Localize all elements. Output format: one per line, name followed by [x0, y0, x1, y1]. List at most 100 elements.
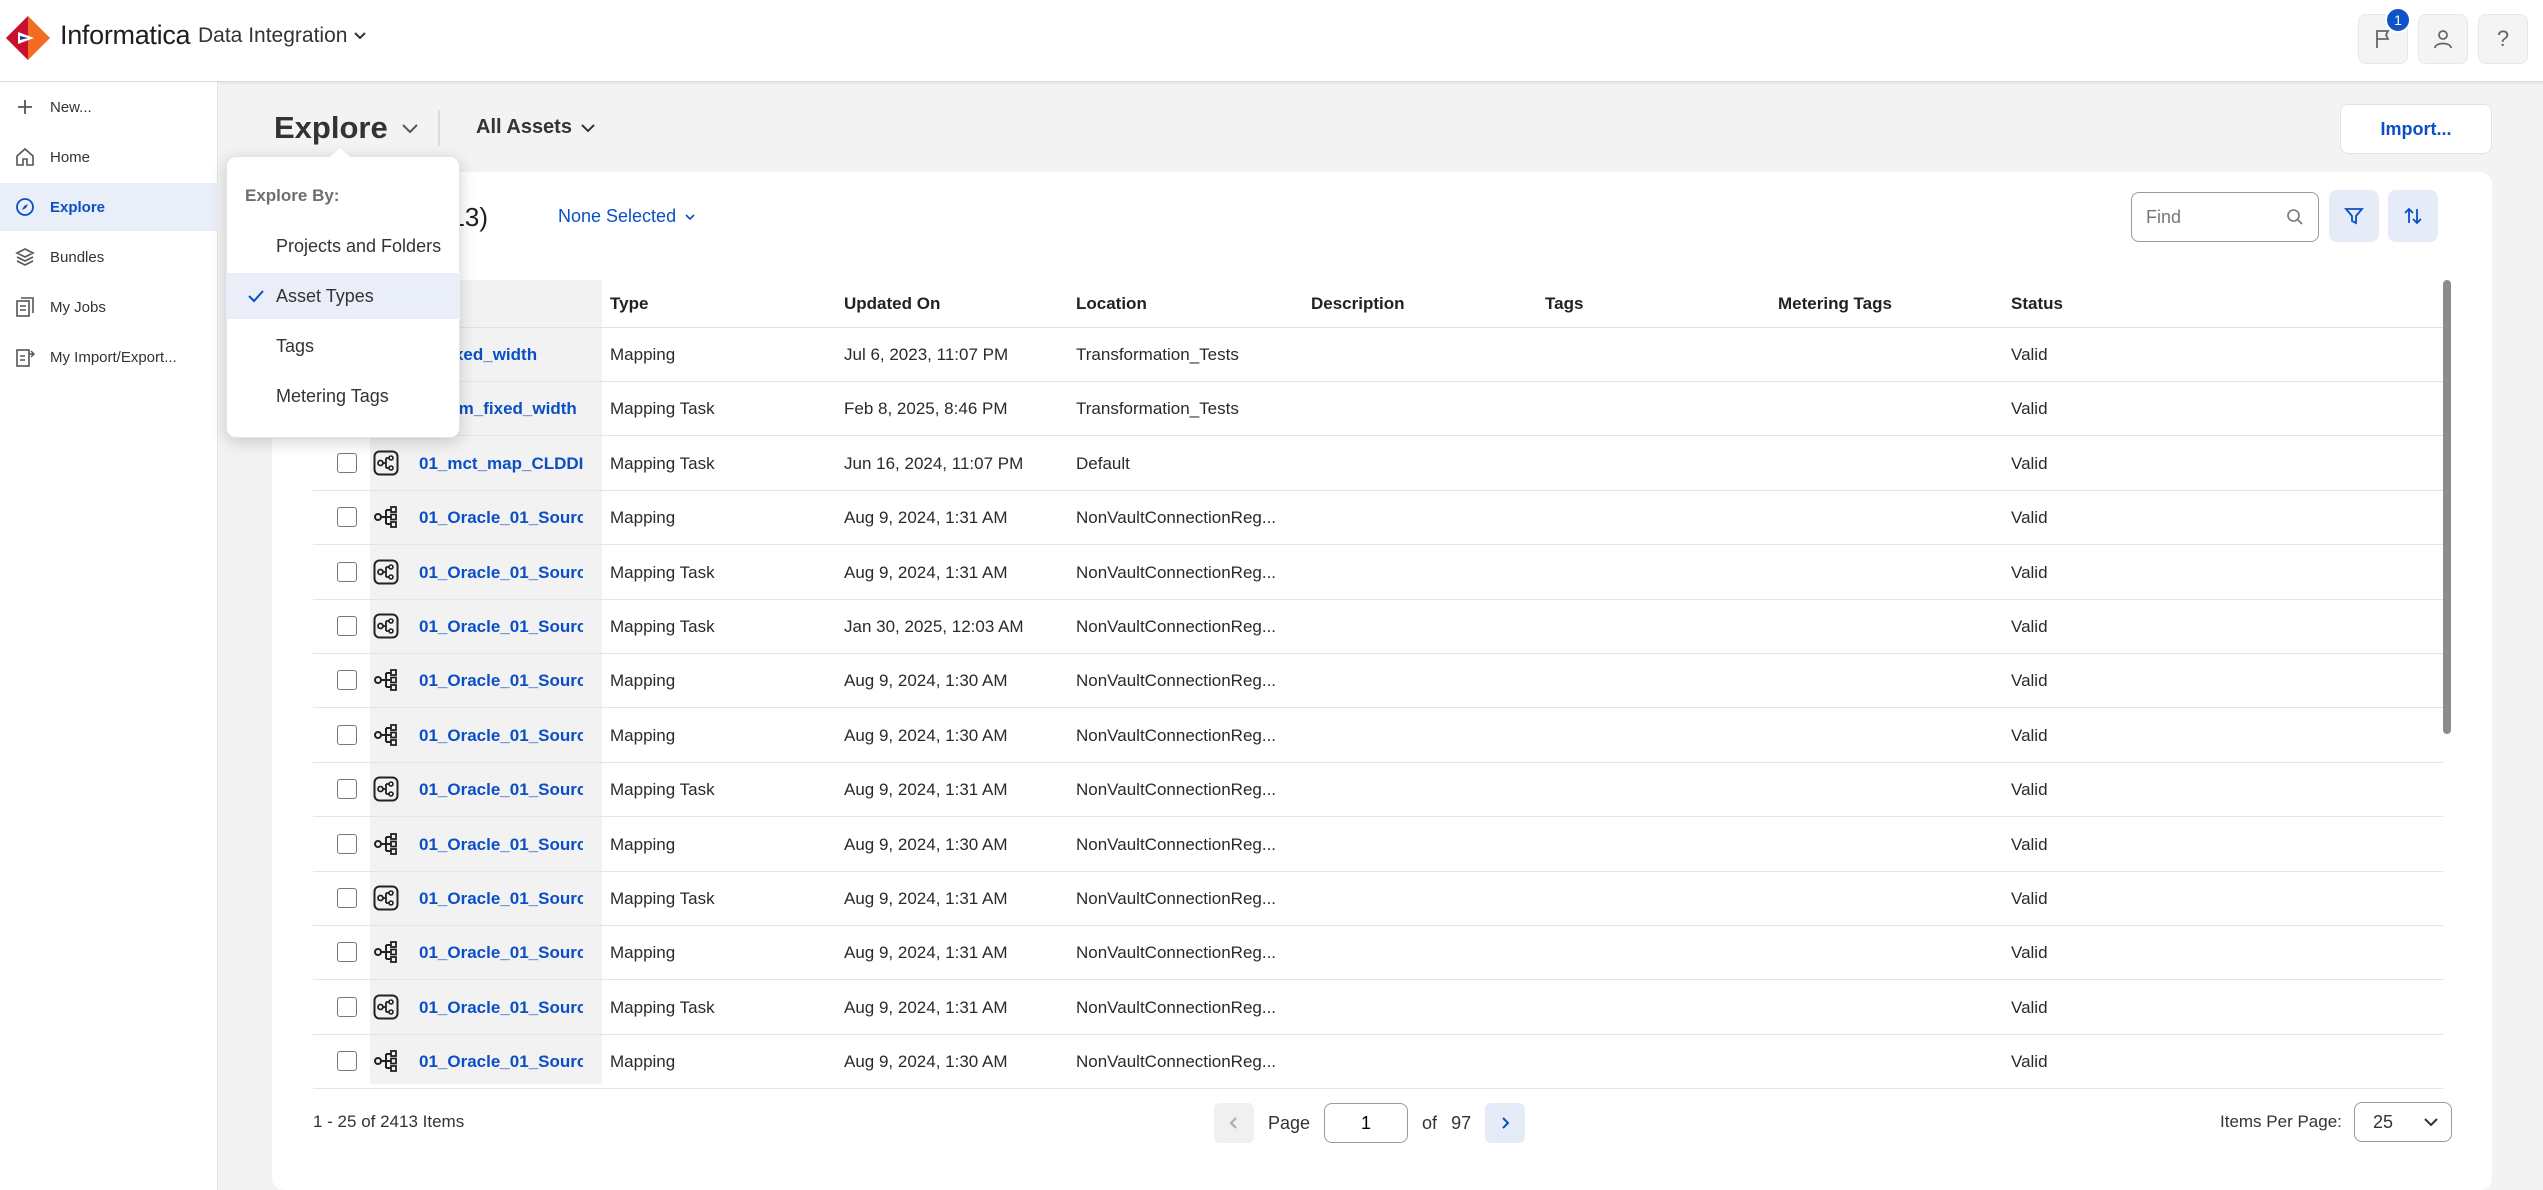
cell-location: Default [1076, 453, 1130, 473]
layers-icon [15, 248, 35, 266]
informatica-logo-icon[interactable] [4, 14, 52, 62]
cell-status: Valid [2011, 399, 2048, 419]
cell-type: Mapping [610, 943, 676, 963]
menu-item-asset-types[interactable]: Asset Types [226, 273, 460, 319]
user-profile-button[interactable] [2418, 14, 2468, 64]
page-number-input[interactable] [1324, 1103, 1409, 1143]
chevron-down-icon [402, 124, 418, 134]
cell-status: Valid [2011, 997, 2048, 1017]
cell-updated-on: Feb 8, 2025, 8:46 PM [844, 399, 1008, 419]
row-checkbox[interactable] [337, 779, 357, 800]
menu-item-projects-and-folders[interactable]: Projects and Folders [226, 223, 460, 269]
table-row[interactable]: mct_m_fixed_width Mapping Task Feb 8, 2025… [313, 382, 2443, 437]
notifications-button[interactable]: 1 [2358, 7, 2411, 64]
asset-name-link[interactable]: 01_Oracle_01_Source [419, 998, 583, 1018]
help-button[interactable]: ? [2478, 14, 2528, 64]
sidebar-item-new[interactable]: New... [0, 83, 218, 131]
previous-page-button[interactable] [1214, 1103, 1254, 1143]
table-row[interactable]: 01_Oracle_01_Source Mapping Aug 9, 2024, 1… [313, 1035, 2443, 1090]
column-header-metering-tags[interactable]: Metering Tags [1778, 294, 1892, 314]
table-row[interactable]: 01_Oracle_01_Source Mapping Aug 9, 2024, 1… [313, 709, 2443, 763]
row-checkbox[interactable] [337, 561, 357, 582]
import-export-icon [16, 349, 35, 367]
cell-status: Valid [2011, 943, 2048, 963]
asset-name-link[interactable]: 01_mct_map_CLDDI- [419, 454, 583, 474]
pagination: Page of 97 [1214, 1103, 1526, 1143]
cell-status: Valid [2011, 453, 2048, 473]
cell-updated-on: Jun 16, 2024, 11:07 PM [844, 453, 1024, 473]
next-page-button[interactable] [1485, 1103, 1526, 1143]
asset-name-link[interactable]: 01_Oracle_01_Source [419, 726, 583, 746]
items-per-page-label: Items Per Page: [2220, 1112, 2342, 1131]
asset-name-link[interactable]: 01_Oracle_01_Source [419, 835, 583, 855]
column-header-tags[interactable]: Tags [1545, 294, 1583, 314]
cell-updated-on: Aug 9, 2024, 1:31 AM [844, 508, 1008, 528]
table-row[interactable]: 01_Oracle_01_Source Mapping Aug 9, 2024, 1… [313, 491, 2443, 546]
filter-button[interactable] [2329, 190, 2379, 242]
table-row[interactable]: 01_Oracle_01_Source Mapping Task Aug 9, 20… [313, 546, 2443, 600]
menu-item-metering-tags[interactable]: Metering Tags [226, 373, 460, 419]
row-checkbox[interactable] [337, 1051, 357, 1072]
asset-name-link[interactable]: 01_Oracle_01_Source [419, 780, 583, 800]
sidebar-item-explore[interactable]: Explore [0, 183, 218, 231]
cell-status: Valid [2011, 617, 2048, 636]
items-per-page-select[interactable]: 25 [2354, 1102, 2452, 1142]
asset-name-link[interactable]: 01_Oracle_01_Source [419, 508, 583, 528]
cell-location: NonVaultConnectionReg... [1076, 725, 1277, 745]
sidebar-item-import-export[interactable]: My Import/Export... [0, 333, 218, 381]
row-checkbox[interactable] [337, 888, 357, 908]
sidebar-item-label: My Import/Export... [50, 348, 177, 366]
mapping-task-icon [373, 450, 399, 476]
row-checkbox[interactable] [337, 507, 357, 528]
asset-scope-dropdown[interactable]: All Assets [476, 116, 596, 139]
selection-dropdown[interactable]: None Selected [558, 206, 696, 227]
column-header-updated-on[interactable]: Updated On [844, 294, 940, 314]
row-checkbox[interactable] [337, 996, 357, 1017]
table-row[interactable]: 01_Oracle_01_Source Mapping Aug 9, 2024, 1… [313, 818, 2443, 872]
table-scrollbar[interactable] [2443, 280, 2451, 734]
column-header-status[interactable]: Status [2011, 294, 2063, 314]
compass-icon [16, 198, 34, 216]
mapping-task-icon [373, 885, 399, 911]
table-row[interactable]: 01_Oracle_01_Source Mapping Aug 9, 2024, 1… [313, 926, 2443, 981]
cell-type: Mapping [610, 671, 676, 691]
asset-name-link[interactable]: 01_Oracle_01_Source [419, 943, 583, 963]
row-checkbox[interactable] [337, 942, 357, 963]
sidebar-item-label: Bundles [50, 248, 105, 266]
sidebar-item-bundles[interactable]: Bundles [0, 233, 218, 281]
table-row[interactable]: m_fixed_width Mapping Jul 6, 2023, 11:07 P… [313, 328, 2443, 382]
row-checkbox[interactable] [337, 833, 357, 854]
table-row[interactable]: 01_Oracle_01_Source Mapping Aug 9, 2024, 1… [313, 654, 2443, 709]
table-row[interactable]: 01_Oracle_01_Source Mapping Task Aug 9, 20… [313, 763, 2443, 818]
table-row[interactable]: 01_mct_map_CLDDI- Mapping Task Jun 16, 202… [313, 437, 2443, 491]
find-input[interactable]: Find [2131, 192, 2319, 242]
asset-name-link[interactable]: 01_Oracle_01_Source [419, 617, 583, 637]
asset-name-link[interactable]: 01_Oracle_01_Source [419, 889, 583, 909]
sidebar-item-home[interactable]: Home [0, 133, 218, 181]
column-header-type[interactable]: Type [610, 294, 648, 314]
jobs-icon [16, 297, 34, 317]
chevron-down-icon [354, 32, 367, 40]
row-checkbox[interactable] [337, 724, 357, 745]
asset-name-link[interactable]: 01_Oracle_01_Source [419, 1052, 583, 1072]
sidebar-item-my-jobs[interactable]: My Jobs [0, 283, 218, 331]
product-switcher[interactable]: Data Integration [198, 24, 367, 48]
table-row[interactable]: 01_Oracle_01_Source Mapping Task Aug 9, 20… [313, 981, 2443, 1035]
asset-name-link[interactable]: 01_Oracle_01_Source [419, 563, 583, 583]
menu-item-tags[interactable]: Tags [226, 323, 460, 369]
total-pages: 97 [1451, 1112, 1472, 1133]
row-checkbox[interactable] [337, 616, 357, 636]
cell-status: Valid [2011, 671, 2048, 691]
import-button[interactable]: Import... [2340, 104, 2492, 154]
sort-button[interactable] [2388, 190, 2438, 242]
mapping-task-icon [373, 613, 399, 639]
table-row[interactable]: 01_Oracle_01_Source Mapping Task Jan 30, 2… [313, 600, 2443, 654]
column-header-location[interactable]: Location [1076, 294, 1147, 314]
row-checkbox[interactable] [337, 670, 357, 691]
asset-name-link[interactable]: 01_Oracle_01_Source [419, 671, 583, 691]
cell-status: Valid [2011, 508, 2048, 528]
explore-title-dropdown[interactable]: Explore [274, 110, 420, 146]
column-header-description[interactable]: Description [1311, 294, 1405, 314]
row-checkbox[interactable] [337, 452, 357, 473]
table-row[interactable]: 01_Oracle_01_Source Mapping Task Aug 9, 20… [313, 872, 2443, 926]
